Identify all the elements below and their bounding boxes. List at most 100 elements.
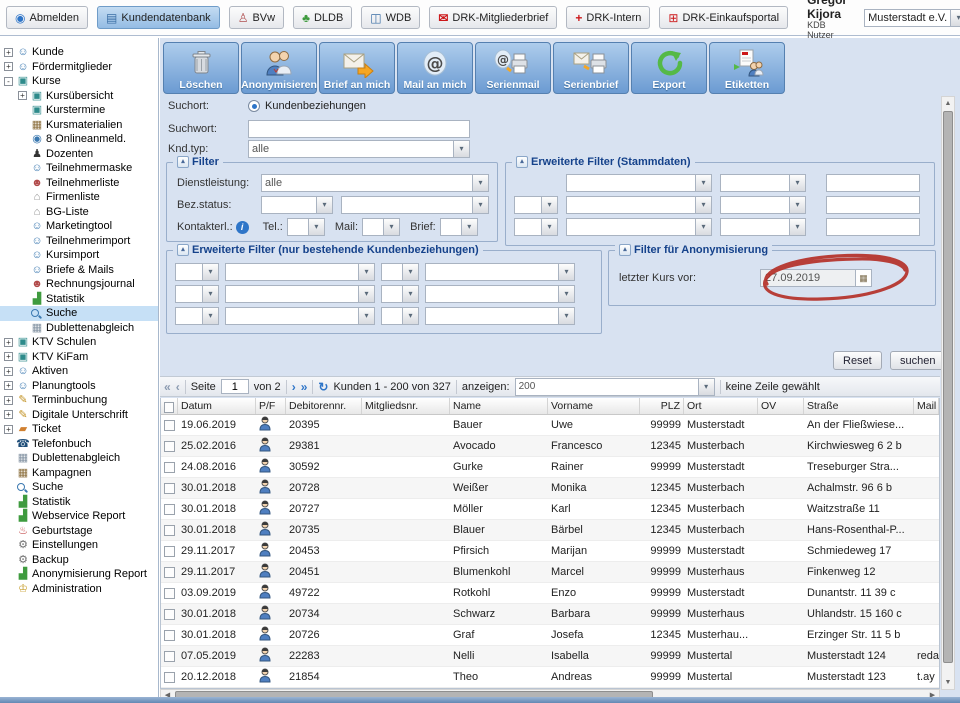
- sidebar-item[interactable]: ⚙ Einstellungen: [0, 538, 158, 553]
- sidebar-item[interactable]: ♨ Geburtstage: [0, 524, 158, 539]
- tel-select[interactable]: ▾: [287, 218, 325, 236]
- chevron-down-icon[interactable]: ▾: [202, 286, 218, 302]
- sidebar-item[interactable]: - ▣ Kurse: [0, 74, 158, 89]
- sidebar-item[interactable]: ▦ Dublettenabgleich: [0, 451, 158, 466]
- table-row[interactable]: 29.11.2017 20453 Pfirsich Marijan 99999 …: [161, 541, 939, 562]
- column-header[interactable]: Ort: [684, 398, 758, 414]
- sidebar-item[interactable]: + ▣ KTV KiFam: [0, 350, 158, 365]
- table-row[interactable]: 30.01.2018 20727 Möller Karl 12345 Muste…: [161, 499, 939, 520]
- column-header[interactable]: Datum: [178, 398, 256, 414]
- topbar-button[interactable]: ♣ DLDB: [293, 6, 352, 29]
- column-header[interactable]: PLZ: [640, 398, 684, 414]
- topbar-button[interactable]: + DRK-Intern: [566, 6, 650, 29]
- bezstatus-select-1[interactable]: ▾: [261, 196, 333, 214]
- row-checkbox[interactable]: [164, 588, 175, 599]
- sidebar-item[interactable]: ▣ Kurstermine: [0, 103, 158, 118]
- sidebar-item[interactable]: + ▣ Kursübersicht: [0, 89, 158, 104]
- refresh-button[interactable]: ↻: [318, 381, 328, 393]
- action-button[interactable]: @ Serienmail: [475, 42, 551, 94]
- table-row[interactable]: 30.01.2018 20734 Schwarz Barbara 99999 M…: [161, 604, 939, 625]
- sidebar-item[interactable]: + ▣ KTV Schulen: [0, 335, 158, 350]
- kundenbez-join-select-3[interactable]: ▾: [175, 307, 219, 325]
- kundenbez-field-select-3[interactable]: ▾: [225, 307, 375, 325]
- tree-expander[interactable]: +: [18, 91, 27, 100]
- dienstleistung-select[interactable]: alle ▾: [261, 174, 489, 192]
- tree-expander[interactable]: +: [4, 381, 13, 390]
- calendar-picker-button[interactable]: ▦: [855, 270, 871, 286]
- chevron-down-icon[interactable]: ▾: [541, 219, 557, 235]
- kundenbez-value-select-3[interactable]: ▾: [425, 307, 575, 325]
- row-checkbox[interactable]: [164, 525, 175, 536]
- collapse-button[interactable]: ▴: [177, 156, 189, 168]
- stammdaten-value-input-3[interactable]: [826, 218, 920, 236]
- sidebar-item[interactable]: ☺ Teilnehmermaske: [0, 161, 158, 176]
- stammdaten-field-select-1[interactable]: ▾: [566, 174, 712, 192]
- sidebar-item[interactable]: ⌂ Firmenliste: [0, 190, 158, 205]
- chevron-down-icon[interactable]: ▾: [358, 286, 374, 302]
- sidebar-item[interactable]: + ☺ Fördermitglieder: [0, 60, 158, 75]
- chevron-down-icon[interactable]: ▾: [461, 219, 477, 235]
- tree-expander[interactable]: +: [4, 396, 13, 405]
- chevron-down-icon[interactable]: ▾: [316, 197, 332, 213]
- table-row[interactable]: 25.02.2016 29381 Avocado Francesco 12345…: [161, 436, 939, 457]
- table-row[interactable]: 29.11.2017 20451 Blumenkohl Marcel 99999…: [161, 562, 939, 583]
- chevron-down-icon[interactable]: ▾: [358, 308, 374, 324]
- sidebar-item[interactable]: ▦ Kampagnen: [0, 466, 158, 481]
- scroll-up-arrow[interactable]: ▲: [942, 97, 954, 110]
- prev-page-button[interactable]: ‹: [176, 381, 180, 393]
- sidebar-item[interactable]: ▟ Anonymisierung Report: [0, 567, 158, 582]
- sidebar-item[interactable]: ☺ Briefe & Mails: [0, 263, 158, 278]
- row-checkbox[interactable]: [164, 567, 175, 578]
- kundenbez-field-select-1[interactable]: ▾: [225, 263, 375, 281]
- chevron-down-icon[interactable]: ▾: [472, 175, 488, 191]
- table-row[interactable]: 30.01.2018 20735 Blauer Bärbel 12345 Mus…: [161, 520, 939, 541]
- stammdaten-op-select-2[interactable]: ▾: [720, 196, 806, 214]
- row-checkbox[interactable]: [164, 462, 175, 473]
- table-row[interactable]: 30.01.2018 20726 Graf Josefa 12345 Muste…: [161, 625, 939, 646]
- kundenbez-op-select-3[interactable]: ▾: [381, 307, 419, 325]
- chevron-down-icon[interactable]: ▾: [308, 219, 324, 235]
- collapse-button[interactable]: ▴: [177, 244, 189, 256]
- mail-select[interactable]: ▾: [362, 218, 400, 236]
- sidebar-item[interactable]: + ▰ Ticket: [0, 422, 158, 437]
- topbar-button[interactable]: ⊞ DRK-Einkaufsportal: [659, 6, 788, 29]
- chevron-down-icon[interactable]: ▾: [202, 308, 218, 324]
- tree-expander[interactable]: +: [4, 352, 13, 361]
- tree-expander[interactable]: +: [4, 410, 13, 419]
- row-checkbox[interactable]: [164, 546, 175, 557]
- suchort-radio[interactable]: [248, 100, 260, 112]
- chevron-down-icon[interactable]: ▾: [358, 264, 374, 280]
- sidebar-item[interactable]: ◉ 8 Onlineanmeld.: [0, 132, 158, 147]
- suchwort-input[interactable]: [248, 120, 470, 138]
- topbar-button[interactable]: ◫ WDB: [361, 6, 420, 29]
- chevron-down-icon[interactable]: ▾: [558, 286, 574, 302]
- sidebar-item[interactable]: ♔ Administration: [0, 582, 158, 597]
- sidebar-item[interactable]: + ✎ Terminbuchung: [0, 393, 158, 408]
- sidebar-item[interactable]: ☻ Teilnehmerliste: [0, 176, 158, 191]
- brief-select[interactable]: ▾: [440, 218, 478, 236]
- select-all-checkbox[interactable]: [164, 402, 174, 413]
- table-row[interactable]: 30.01.2018 20728 Weißer Monika 12345 Mus…: [161, 478, 939, 499]
- tree-expander[interactable]: +: [4, 367, 13, 376]
- action-button[interactable]: Export: [631, 42, 707, 94]
- chevron-down-icon[interactable]: ▾: [402, 286, 418, 302]
- kndtyp-select[interactable]: alle ▾: [248, 140, 470, 158]
- stammdaten-join-select-2[interactable]: ▾: [514, 196, 558, 214]
- column-header[interactable]: Name: [450, 398, 548, 414]
- collapse-button[interactable]: ▴: [619, 244, 631, 256]
- reset-button[interactable]: Reset: [833, 351, 882, 370]
- kundenbez-value-select-2[interactable]: ▾: [425, 285, 575, 303]
- organization-select[interactable]: Musterstadt e.V. ▾: [864, 9, 960, 27]
- kundenbez-join-select-1[interactable]: ▾: [175, 263, 219, 281]
- column-header[interactable]: Debitorennr.: [286, 398, 362, 414]
- sidebar-item[interactable]: ☺ Teilnehmerimport: [0, 234, 158, 249]
- stammdaten-field-select-2[interactable]: ▾: [566, 196, 712, 214]
- kundenbez-field-select-2[interactable]: ▾: [225, 285, 375, 303]
- chevron-down-icon[interactable]: ▾: [789, 219, 805, 235]
- next-page-button[interactable]: ›: [292, 381, 296, 393]
- sidebar-item[interactable]: ☺ Marketingtool: [0, 219, 158, 234]
- topbar-button[interactable]: ▤ Kundendatenbank: [97, 6, 220, 29]
- table-row[interactable]: 24.08.2016 30592 Gurke Rainer 99999 Must…: [161, 457, 939, 478]
- sidebar-item[interactable]: ♟ Dozenten: [0, 147, 158, 162]
- chevron-down-icon[interactable]: ▾: [950, 10, 960, 26]
